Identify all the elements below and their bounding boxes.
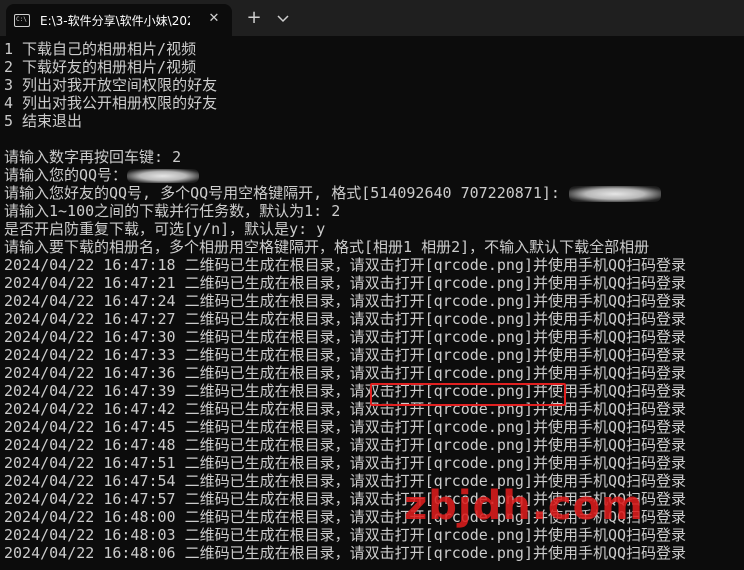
log-timestamp: 2024/04/22 16:47:54 bbox=[4, 472, 176, 490]
log-line: 2024/04/22 16:48:03 二维码已生成在根目录，请双击打开[qrc… bbox=[4, 526, 744, 544]
log-timestamp: 2024/04/22 16:47:57 bbox=[4, 490, 176, 508]
log-message: 二维码已生成在根目录，请双击打开[qrcode.png]并使用手机QQ扫码登录 bbox=[184, 436, 687, 454]
log-timestamp: 2024/04/22 16:47:24 bbox=[4, 292, 176, 310]
log-message: 二维码已生成在根目录，请双击打开[qrcode.png]并使用手机QQ扫码登录 bbox=[184, 508, 687, 526]
close-tab-icon[interactable]: ✕ bbox=[206, 11, 222, 27]
new-tab-button[interactable]: + bbox=[244, 8, 264, 28]
log-message: 二维码已生成在根目录，请双击打开[qrcode.png]并使用手机QQ扫码登录 bbox=[184, 292, 687, 310]
log-line: 2024/04/22 16:47:57 二维码已生成在根目录，请双击打开[qrc… bbox=[4, 490, 744, 508]
qq-prompt: 请输入您的QQ号： bbox=[4, 166, 128, 184]
log-line: 2024/04/22 16:47:33 二维码已生成在根目录，请双击打开[qrc… bbox=[4, 346, 744, 364]
log-line: 2024/04/22 16:47:48 二维码已生成在根目录，请双击打开[qrc… bbox=[4, 436, 744, 454]
log-message: 二维码已生成在根目录，请双击打开[qrcode.png]并使用手机QQ扫码登录 bbox=[184, 418, 687, 436]
qq-prompt-line: 请输入您的QQ号： bbox=[4, 166, 744, 184]
log-message: 二维码已生成在根目录，请双击打开[qrcode.png]并使用手机QQ扫码登录 bbox=[184, 382, 687, 400]
log-line: 2024/04/22 16:48:00 二维码已生成在根目录，请双击打开[qrc… bbox=[4, 508, 744, 526]
log-message: 二维码已生成在根目录，请双击打开[qrcode.png]并使用手机QQ扫码登录 bbox=[184, 274, 687, 292]
log-timestamp: 2024/04/22 16:47:36 bbox=[4, 364, 176, 382]
log-list: 2024/04/22 16:47:18 二维码已生成在根目录，请双击打开[qrc… bbox=[4, 256, 744, 562]
log-timestamp: 2024/04/22 16:47:39 bbox=[4, 382, 176, 400]
dedupe-prompt: 是否开启防重复下载，可选[y/n]，默认是y: y bbox=[4, 220, 326, 238]
terminal-tab[interactable]: E:\3-软件分享\软件小妹\2024( ✕ bbox=[6, 4, 232, 36]
log-line: 2024/04/22 16:47:18 二维码已生成在根目录，请双击打开[qrc… bbox=[4, 256, 744, 274]
log-timestamp: 2024/04/22 16:47:21 bbox=[4, 274, 176, 292]
log-timestamp: 2024/04/22 16:48:00 bbox=[4, 508, 176, 526]
log-timestamp: 2024/04/22 16:47:42 bbox=[4, 400, 176, 418]
menu-item: 2 下载好友的相册相片/视频 bbox=[4, 58, 197, 76]
log-message: 二维码已生成在根目录，请双击打开[qrcode.png]并使用手机QQ扫码登录 bbox=[184, 544, 687, 562]
log-timestamp: 2024/04/22 16:47:51 bbox=[4, 454, 176, 472]
chevron-down-icon[interactable] bbox=[274, 9, 292, 27]
log-line: 2024/04/22 16:47:24 二维码已生成在根目录，请双击打开[qrc… bbox=[4, 292, 744, 310]
log-line: 2024/04/22 16:47:36 二维码已生成在根目录，请双击打开[qrc… bbox=[4, 364, 744, 382]
menu-item: 3 列出对我开放空间权限的好友 bbox=[4, 76, 218, 94]
friend-qq-prompt-line: 请输入您好友的QQ号, 多个QQ号用空格键隔开, 格式[514092640 70… bbox=[4, 184, 744, 202]
log-message: 二维码已生成在根目录，请双击打开[qrcode.png]并使用手机QQ扫码登录 bbox=[184, 346, 687, 364]
log-line: 2024/04/22 16:47:42 二维码已生成在根目录，请双击打开[qrc… bbox=[4, 400, 744, 418]
albums-prompt: 请输入要下载的相册名，多个相册用空格键隔开，格式[相册1 相册2]，不输入默认下… bbox=[4, 238, 650, 256]
log-message: 二维码已生成在根目录，请双击打开[qrcode.png]并使用手机QQ扫码登录 bbox=[184, 400, 687, 418]
log-line: 2024/04/22 16:47:27 二维码已生成在根目录，请双击打开[qrc… bbox=[4, 310, 744, 328]
menu-item: 4 列出对我公开相册权限的好友 bbox=[4, 94, 218, 112]
log-line: 2024/04/22 16:48:06 二维码已生成在根目录，请双击打开[qrc… bbox=[4, 544, 744, 562]
redacted-friend-qq bbox=[568, 185, 661, 202]
tab-title: E:\3-软件分享\软件小妹\2024( bbox=[40, 13, 190, 28]
threads-prompt: 请输入1~100之间的下载并行任务数，默认为1: 2 bbox=[4, 202, 341, 220]
menu-item: 5 结束退出 bbox=[4, 112, 83, 130]
log-timestamp: 2024/04/22 16:47:33 bbox=[4, 346, 176, 364]
log-line: 2024/04/22 16:47:54 二维码已生成在根目录，请双击打开[qrc… bbox=[4, 472, 744, 490]
log-message: 二维码已生成在根目录，请双击打开[qrcode.png]并使用手机QQ扫码登录 bbox=[184, 310, 687, 328]
log-timestamp: 2024/04/22 16:47:27 bbox=[4, 310, 176, 328]
menu-item: 1 下载自己的相册相片/视频 bbox=[4, 40, 197, 58]
log-timestamp: 2024/04/22 16:47:45 bbox=[4, 418, 176, 436]
log-timestamp: 2024/04/22 16:47:18 bbox=[4, 256, 176, 274]
log-timestamp: 2024/04/22 16:48:06 bbox=[4, 544, 176, 562]
log-line: 2024/04/22 16:47:51 二维码已生成在根目录，请双击打开[qrc… bbox=[4, 454, 744, 472]
log-line: 2024/04/22 16:47:39 二维码已生成在根目录，请双击打开[qrc… bbox=[4, 382, 744, 400]
log-message: 二维码已生成在根目录，请双击打开[qrcode.png]并使用手机QQ扫码登录 bbox=[184, 256, 687, 274]
log-message: 二维码已生成在根目录，请双击打开[qrcode.png]并使用手机QQ扫码登录 bbox=[184, 526, 687, 544]
log-line: 2024/04/22 16:47:45 二维码已生成在根目录，请双击打开[qrc… bbox=[4, 418, 744, 436]
terminal-icon bbox=[14, 13, 30, 27]
log-timestamp: 2024/04/22 16:47:30 bbox=[4, 328, 176, 346]
log-message: 二维码已生成在根目录，请双击打开[qrcode.png]并使用手机QQ扫码登录 bbox=[184, 472, 687, 490]
log-timestamp: 2024/04/22 16:48:03 bbox=[4, 526, 176, 544]
log-message: 二维码已生成在根目录，请双击打开[qrcode.png]并使用手机QQ扫码登录 bbox=[184, 454, 687, 472]
log-message: 二维码已生成在根目录，请双击打开[qrcode.png]并使用手机QQ扫码登录 bbox=[184, 490, 687, 508]
redacted-qq-number bbox=[127, 168, 200, 183]
log-line: 2024/04/22 16:47:30 二维码已生成在根目录，请双击打开[qrc… bbox=[4, 328, 744, 346]
title-bar: E:\3-软件分享\软件小妹\2024( ✕ + bbox=[0, 0, 744, 36]
log-timestamp: 2024/04/22 16:47:48 bbox=[4, 436, 176, 454]
friend-qq-prompt: 请输入您好友的QQ号, 多个QQ号用空格键隔开, 格式[514092640 70… bbox=[4, 184, 569, 202]
choice-prompt: 请输入数字再按回车键: 2 bbox=[4, 148, 182, 166]
log-message: 二维码已生成在根目录，请双击打开[qrcode.png]并使用手机QQ扫码登录 bbox=[184, 328, 687, 346]
log-message: 二维码已生成在根目录，请双击打开[qrcode.png]并使用手机QQ扫码登录 bbox=[184, 364, 687, 382]
log-line: 2024/04/22 16:47:21 二维码已生成在根目录，请双击打开[qrc… bbox=[4, 274, 744, 292]
terminal-output[interactable]: 1 下载自己的相册相片/视频 2 下载好友的相册相片/视频 3 列出对我开放空间… bbox=[4, 40, 744, 570]
